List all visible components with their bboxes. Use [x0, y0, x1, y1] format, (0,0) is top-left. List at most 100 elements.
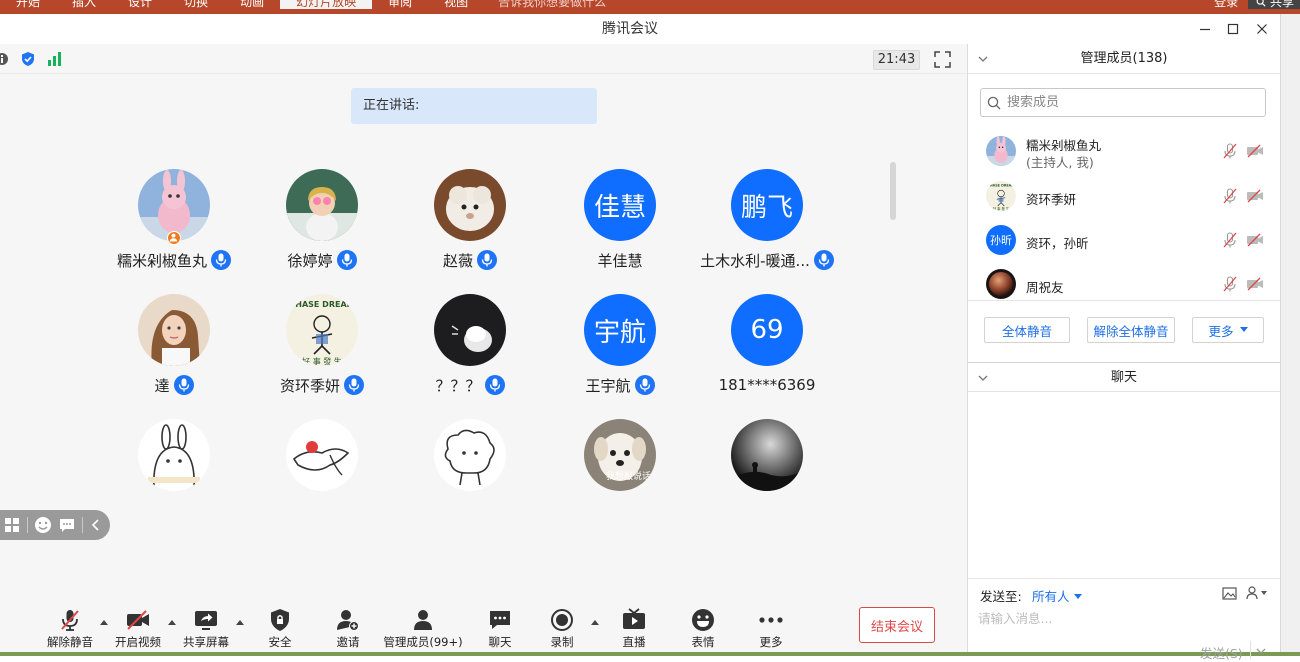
member-mic-toggle[interactable]	[1222, 232, 1238, 252]
ppt-search-hint[interactable]: 告诉我你想要做什么	[498, 0, 606, 9]
member-row[interactable]: 糯米剁椒鱼丸 (主持人, 我)	[968, 130, 1280, 174]
ppt-tab[interactable]: 设计	[112, 0, 168, 9]
ppt-tab[interactable]: 视图	[428, 0, 484, 9]
title-bar[interactable]: 腾讯会议	[0, 14, 1280, 44]
gallery-scrollbar[interactable]	[890, 162, 896, 220]
record-options-caret[interactable]	[591, 620, 599, 625]
participant-tile[interactable]	[100, 419, 248, 529]
divider	[968, 300, 1280, 301]
window-title: 腾讯会议	[602, 21, 658, 37]
minimize-button[interactable]	[1196, 20, 1214, 38]
info-icon[interactable]	[0, 52, 9, 66]
manage-members-button[interactable]: 管理成员(99+)	[383, 606, 463, 652]
member-mic-toggle[interactable]	[1222, 188, 1238, 208]
member-row[interactable]: CHASE DREAM 好 事 發 生 资环季妍	[968, 175, 1280, 219]
ppt-tab[interactable]: 插入	[56, 0, 112, 9]
send-button[interactable]: 发送(S)	[1200, 643, 1243, 662]
participant-name-row: 糯米剁椒鱼丸	[100, 249, 248, 271]
member-search-input[interactable]	[1007, 95, 1257, 110]
share-options-caret[interactable]	[236, 620, 244, 625]
avatar	[138, 419, 210, 491]
ppt-tab[interactable]: 动画	[224, 0, 280, 9]
ppt-tab[interactable]: 审阅	[372, 0, 428, 9]
participant-name: 土木水利-暖通...	[700, 251, 810, 270]
member-camera-toggle[interactable]	[1246, 277, 1264, 295]
signal-strength-icon[interactable]	[46, 52, 64, 66]
audio-options-caret[interactable]	[100, 620, 108, 625]
participant-name-row: 達	[100, 374, 248, 396]
collapse-left-icon[interactable]	[89, 518, 103, 532]
video-options-caret[interactable]	[168, 620, 176, 625]
chat-message-input[interactable]	[978, 609, 1268, 627]
participant-tile[interactable]	[693, 419, 841, 529]
participant-tile[interactable]: 69 181****6369	[693, 294, 841, 404]
participant-tile[interactable]: 徐婷婷	[248, 169, 396, 279]
record-button[interactable]: 录制	[540, 606, 584, 652]
participant-tile[interactable]	[248, 419, 396, 529]
member-search[interactable]	[980, 88, 1266, 117]
participant-tile[interactable]	[396, 419, 544, 529]
close-button[interactable]	[1253, 20, 1271, 38]
invite-button[interactable]: 邀请	[326, 606, 370, 652]
smiley-icon[interactable]	[34, 516, 52, 534]
participant-tile[interactable]: ？？？	[396, 294, 544, 404]
mention-user-icon[interactable]	[1246, 586, 1268, 600]
avatar	[434, 169, 506, 241]
start-video-button[interactable]: 开启视频	[112, 606, 164, 652]
emoji-button[interactable]: 表情	[681, 606, 725, 652]
participant-tile[interactable]: 達	[100, 294, 248, 404]
camera-off-icon	[1247, 144, 1263, 158]
chat-button[interactable]: 聊天	[478, 606, 522, 652]
member-row[interactable]: 孙昕 资环，孙昕	[968, 219, 1280, 263]
speaking-indicator: 正在讲话:	[351, 88, 597, 124]
search-icon	[1256, 0, 1266, 7]
image-icon[interactable]	[1222, 587, 1237, 600]
maximize-button[interactable]	[1224, 20, 1242, 38]
avatar-initials: 宇航	[584, 294, 656, 366]
svg-text:好 事 發 生: 好 事 發 生	[993, 206, 1010, 211]
chat-bubble-icon[interactable]	[58, 516, 76, 534]
member-camera-toggle[interactable]	[1246, 233, 1264, 251]
member-mic-toggle[interactable]	[1222, 276, 1238, 296]
send-to-selector[interactable]: 所有人	[1032, 586, 1082, 605]
participant-tile[interactable]: 佳慧 羊佳慧	[546, 169, 694, 279]
member-camera-toggle[interactable]	[1246, 144, 1264, 162]
participant-name-row: 王宇航	[546, 374, 694, 396]
start-video-label: 开启视频	[115, 635, 161, 649]
ppt-share-button[interactable]: 共享	[1248, 0, 1300, 9]
share-screen-button[interactable]: 共享屏幕	[180, 606, 232, 652]
ppt-login[interactable]: 登录	[1204, 0, 1248, 9]
member-camera-toggle[interactable]	[1246, 189, 1264, 207]
security-label: 安全	[268, 635, 292, 649]
avatar-initials: 孙昕	[986, 225, 1016, 255]
members-more-button[interactable]: 更多	[1192, 317, 1264, 343]
mute-all-button[interactable]: 全体静音	[984, 317, 1070, 343]
chevron-down-icon[interactable]	[1256, 647, 1266, 655]
participant-tile[interactable]: 糯米剁椒鱼丸	[100, 169, 248, 279]
ppt-tab[interactable]: 开始	[0, 0, 56, 9]
end-meeting-button[interactable]: 结束会议	[859, 607, 935, 643]
manage-members-label: 管理成员(99+)	[383, 635, 463, 649]
participant-tile[interactable]: CHASE DREAM 好 事 發 生资环季妍	[248, 294, 396, 404]
live-label: 直播	[622, 635, 646, 649]
participant-tile[interactable]: 宇航 王宇航	[546, 294, 694, 404]
security-button[interactable]: 安全	[258, 606, 302, 652]
avatar: CHASE DREAM 好 事 發 生	[286, 294, 358, 366]
background-window-edge	[1280, 14, 1300, 656]
more-button[interactable]: 更多	[749, 606, 793, 652]
ppt-tab[interactable]: 切换	[168, 0, 224, 9]
participant-name-row: 181****6369	[693, 374, 841, 396]
ppt-tab[interactable]: 幻灯片放映	[280, 0, 373, 9]
live-button[interactable]: 直播	[612, 606, 656, 652]
layout-grid-icon[interactable]	[3, 516, 21, 534]
shield-icon[interactable]	[20, 51, 36, 67]
avatar	[138, 294, 210, 366]
unmute-all-button[interactable]: 解除全体静音	[1087, 317, 1175, 343]
member-mic-toggle[interactable]	[1222, 143, 1238, 163]
microphone-icon	[489, 378, 500, 392]
unmute-button[interactable]: 解除静音	[44, 606, 96, 652]
participant-tile[interactable]: 我想敲说话	[546, 419, 694, 529]
participant-tile[interactable]: 赵薇	[396, 169, 544, 279]
participant-tile[interactable]: 鹏飞 土木水利-暖通...	[693, 169, 841, 279]
fullscreen-icon[interactable]	[934, 51, 951, 68]
